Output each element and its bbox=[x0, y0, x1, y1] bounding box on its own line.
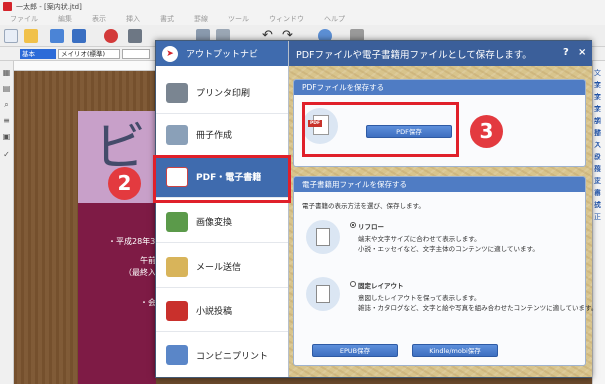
right-panel-item[interactable]: 調整 bbox=[593, 115, 605, 137]
style-select[interactable]: 基本 bbox=[20, 49, 56, 59]
right-panel-item[interactable]: 校正 bbox=[593, 163, 605, 185]
font-select[interactable]: メイリオ(標準) bbox=[58, 49, 120, 59]
right-panel-item[interactable]: スタ bbox=[593, 139, 605, 161]
navi-sidebar: ➤ アウトプットナビ プリンタ印刷 冊子作成 PDF・電子書籍 画像変換 メール… bbox=[156, 41, 289, 377]
step-3-marker: 3 bbox=[470, 115, 503, 148]
ebook-save-panel: 電子書籍用ファイルを保存する 電子書籍の表示方法を選び、保存します。 リフロー … bbox=[293, 176, 597, 366]
navi-content: PDFファイルや電子書籍用ファイルとして保存します。 ? × PDFファイルを保… bbox=[289, 41, 597, 377]
nav-item-label: 冊子作成 bbox=[196, 131, 233, 141]
menu-bar: ファイル 編集 表示 挿入 書式 罫線 ツール ウィンドウ ヘルプ bbox=[0, 13, 605, 25]
print-icon[interactable] bbox=[128, 29, 142, 43]
output-navi-icon[interactable] bbox=[104, 29, 118, 43]
ebook-panel-title: 電子書籍用ファイルを保存する bbox=[294, 177, 585, 192]
right-panel-item[interactable]: 書式 bbox=[593, 187, 605, 209]
nav-item-label: 小説投稿 bbox=[196, 307, 233, 317]
output-navi-dialog: ➤ アウトプットナビ プリンタ印刷 冊子作成 PDF・電子書籍 画像変換 メール… bbox=[155, 40, 597, 378]
novel-post-icon bbox=[166, 300, 188, 321]
content-header: PDFファイルや電子書籍用ファイルとして保存します。 bbox=[289, 41, 592, 66]
navi-title: アウトプットナビ bbox=[186, 50, 259, 60]
reflow-option-label[interactable]: リフロー bbox=[358, 221, 384, 231]
tool-icon[interactable]: ▦ bbox=[2, 69, 11, 77]
kindle-save-button[interactable]: Kindle/mobi保存 bbox=[412, 344, 498, 357]
page-text-line: 午前 bbox=[140, 256, 156, 265]
right-panel-item[interactable]: 挿入 bbox=[593, 127, 605, 149]
nav-item-label: メール送信 bbox=[196, 263, 242, 273]
navi-header: ➤ アウトプットナビ bbox=[156, 41, 288, 66]
page-text-line: ・会 bbox=[140, 298, 156, 307]
font-size-select[interactable] bbox=[122, 49, 150, 59]
right-panel-item[interactable]: 文字 bbox=[593, 91, 605, 113]
menu-view[interactable]: 表示 bbox=[92, 14, 106, 24]
tool-icon[interactable]: ⌕ bbox=[2, 101, 11, 109]
mail-icon bbox=[166, 256, 188, 277]
fixed-layout-document-icon bbox=[316, 285, 330, 303]
booklet-icon bbox=[166, 124, 188, 145]
nav-item-printer[interactable]: プリンタ印刷 bbox=[156, 72, 288, 114]
right-panel-item[interactable]: 校正 bbox=[593, 199, 605, 221]
tool-icon[interactable]: ≡ bbox=[2, 117, 11, 125]
printer-icon bbox=[166, 82, 188, 103]
step-2-marker: 2 bbox=[108, 167, 141, 200]
menu-edit[interactable]: 編集 bbox=[58, 14, 72, 24]
open-folder-icon[interactable] bbox=[24, 29, 38, 43]
epub-save-button[interactable]: EPUB保存 bbox=[312, 344, 398, 357]
navi-logo-icon: ➤ bbox=[162, 45, 178, 62]
convenience-print-icon bbox=[166, 345, 188, 365]
nav-item-image-convert[interactable]: 画像変換 bbox=[156, 201, 288, 243]
reflow-radio[interactable] bbox=[350, 222, 356, 228]
tool-icon[interactable]: ▤ bbox=[2, 85, 11, 93]
menu-help[interactable]: ヘルプ bbox=[324, 14, 345, 24]
nav-item-label: 画像変換 bbox=[196, 218, 233, 228]
menu-insert[interactable]: 挿入 bbox=[126, 14, 140, 24]
left-tool-strip: ▦ ▤ ⌕ ≡ ▣ ✓ bbox=[0, 61, 14, 384]
menu-format[interactable]: 書式 bbox=[160, 14, 174, 24]
tool-icon[interactable]: ▣ bbox=[2, 133, 11, 141]
app-logo-icon bbox=[3, 2, 12, 11]
menu-rules[interactable]: 罫線 bbox=[194, 14, 208, 24]
right-panel-item[interactable]: 文字 bbox=[593, 103, 605, 125]
save-icon[interactable] bbox=[50, 29, 64, 43]
nav-item-booklet[interactable]: 冊子作成 bbox=[156, 114, 288, 156]
annotation-highlight-nav bbox=[153, 155, 291, 203]
reflow-description: 小説・エッセイなど、文字主体のコンテンツに適しています。 bbox=[358, 245, 539, 253]
fixed-layout-description: 意図したレイアウトを保って表示します。 bbox=[358, 294, 481, 302]
close-button[interactable]: × bbox=[578, 47, 586, 58]
ebook-intro-text: 電子書籍の表示方法を選び、保存します。 bbox=[302, 202, 425, 210]
fixed-layout-radio[interactable] bbox=[350, 281, 356, 287]
right-panel-item[interactable]: 段落 bbox=[593, 151, 605, 173]
new-document-icon[interactable] bbox=[4, 29, 18, 43]
right-panel-item[interactable]: 文章 bbox=[593, 175, 605, 197]
nav-item-convenience-print[interactable]: コンビニプリント bbox=[156, 334, 288, 376]
nav-item-label: プリンタ印刷 bbox=[196, 89, 251, 99]
help-button[interactable]: ? bbox=[563, 47, 569, 58]
image-convert-icon bbox=[166, 211, 188, 232]
pdf-panel-title: PDFファイルを保存する bbox=[294, 80, 585, 95]
nav-item-label: コンビニプリント bbox=[196, 351, 269, 362]
reflow-document-icon bbox=[316, 228, 330, 246]
menu-file[interactable]: ファイル bbox=[10, 14, 38, 24]
right-panel-item[interactable]: 文字 bbox=[593, 79, 605, 101]
right-panel-item[interactable]: 文字 bbox=[593, 67, 605, 89]
content-header-text: PDFファイルや電子書籍用ファイルとして保存します。 bbox=[296, 49, 532, 61]
fixed-layout-option-label[interactable]: 固定レイアウト bbox=[358, 280, 404, 290]
title-bar: 一太郎 - [案内状.jtd] bbox=[0, 0, 605, 13]
check-icon[interactable]: ✓ bbox=[2, 151, 11, 159]
nav-item-mail[interactable]: メール送信 bbox=[156, 246, 288, 288]
save-dropdown-icon[interactable] bbox=[72, 29, 86, 43]
window-title: 一太郎 - [案内状.jtd] bbox=[16, 2, 82, 11]
ruler bbox=[14, 61, 164, 71]
menu-tools[interactable]: ツール bbox=[228, 14, 249, 24]
annotation-highlight-pdf-save bbox=[302, 102, 459, 157]
menu-window[interactable]: ウィンドウ bbox=[269, 14, 304, 24]
fixed-layout-description: 雑誌・カタログなど、文字と絵や写真を組み合わせたコンテンツに適しています。 bbox=[358, 304, 598, 312]
reflow-description: 端末や文字サイズに合わせて表示します。 bbox=[358, 235, 481, 243]
right-panel: 文字 文字 文字 文字 調整 挿入 スタ 段落 校正 文章 書式 校正 bbox=[592, 61, 605, 384]
nav-item-novel-post[interactable]: 小説投稿 bbox=[156, 290, 288, 332]
